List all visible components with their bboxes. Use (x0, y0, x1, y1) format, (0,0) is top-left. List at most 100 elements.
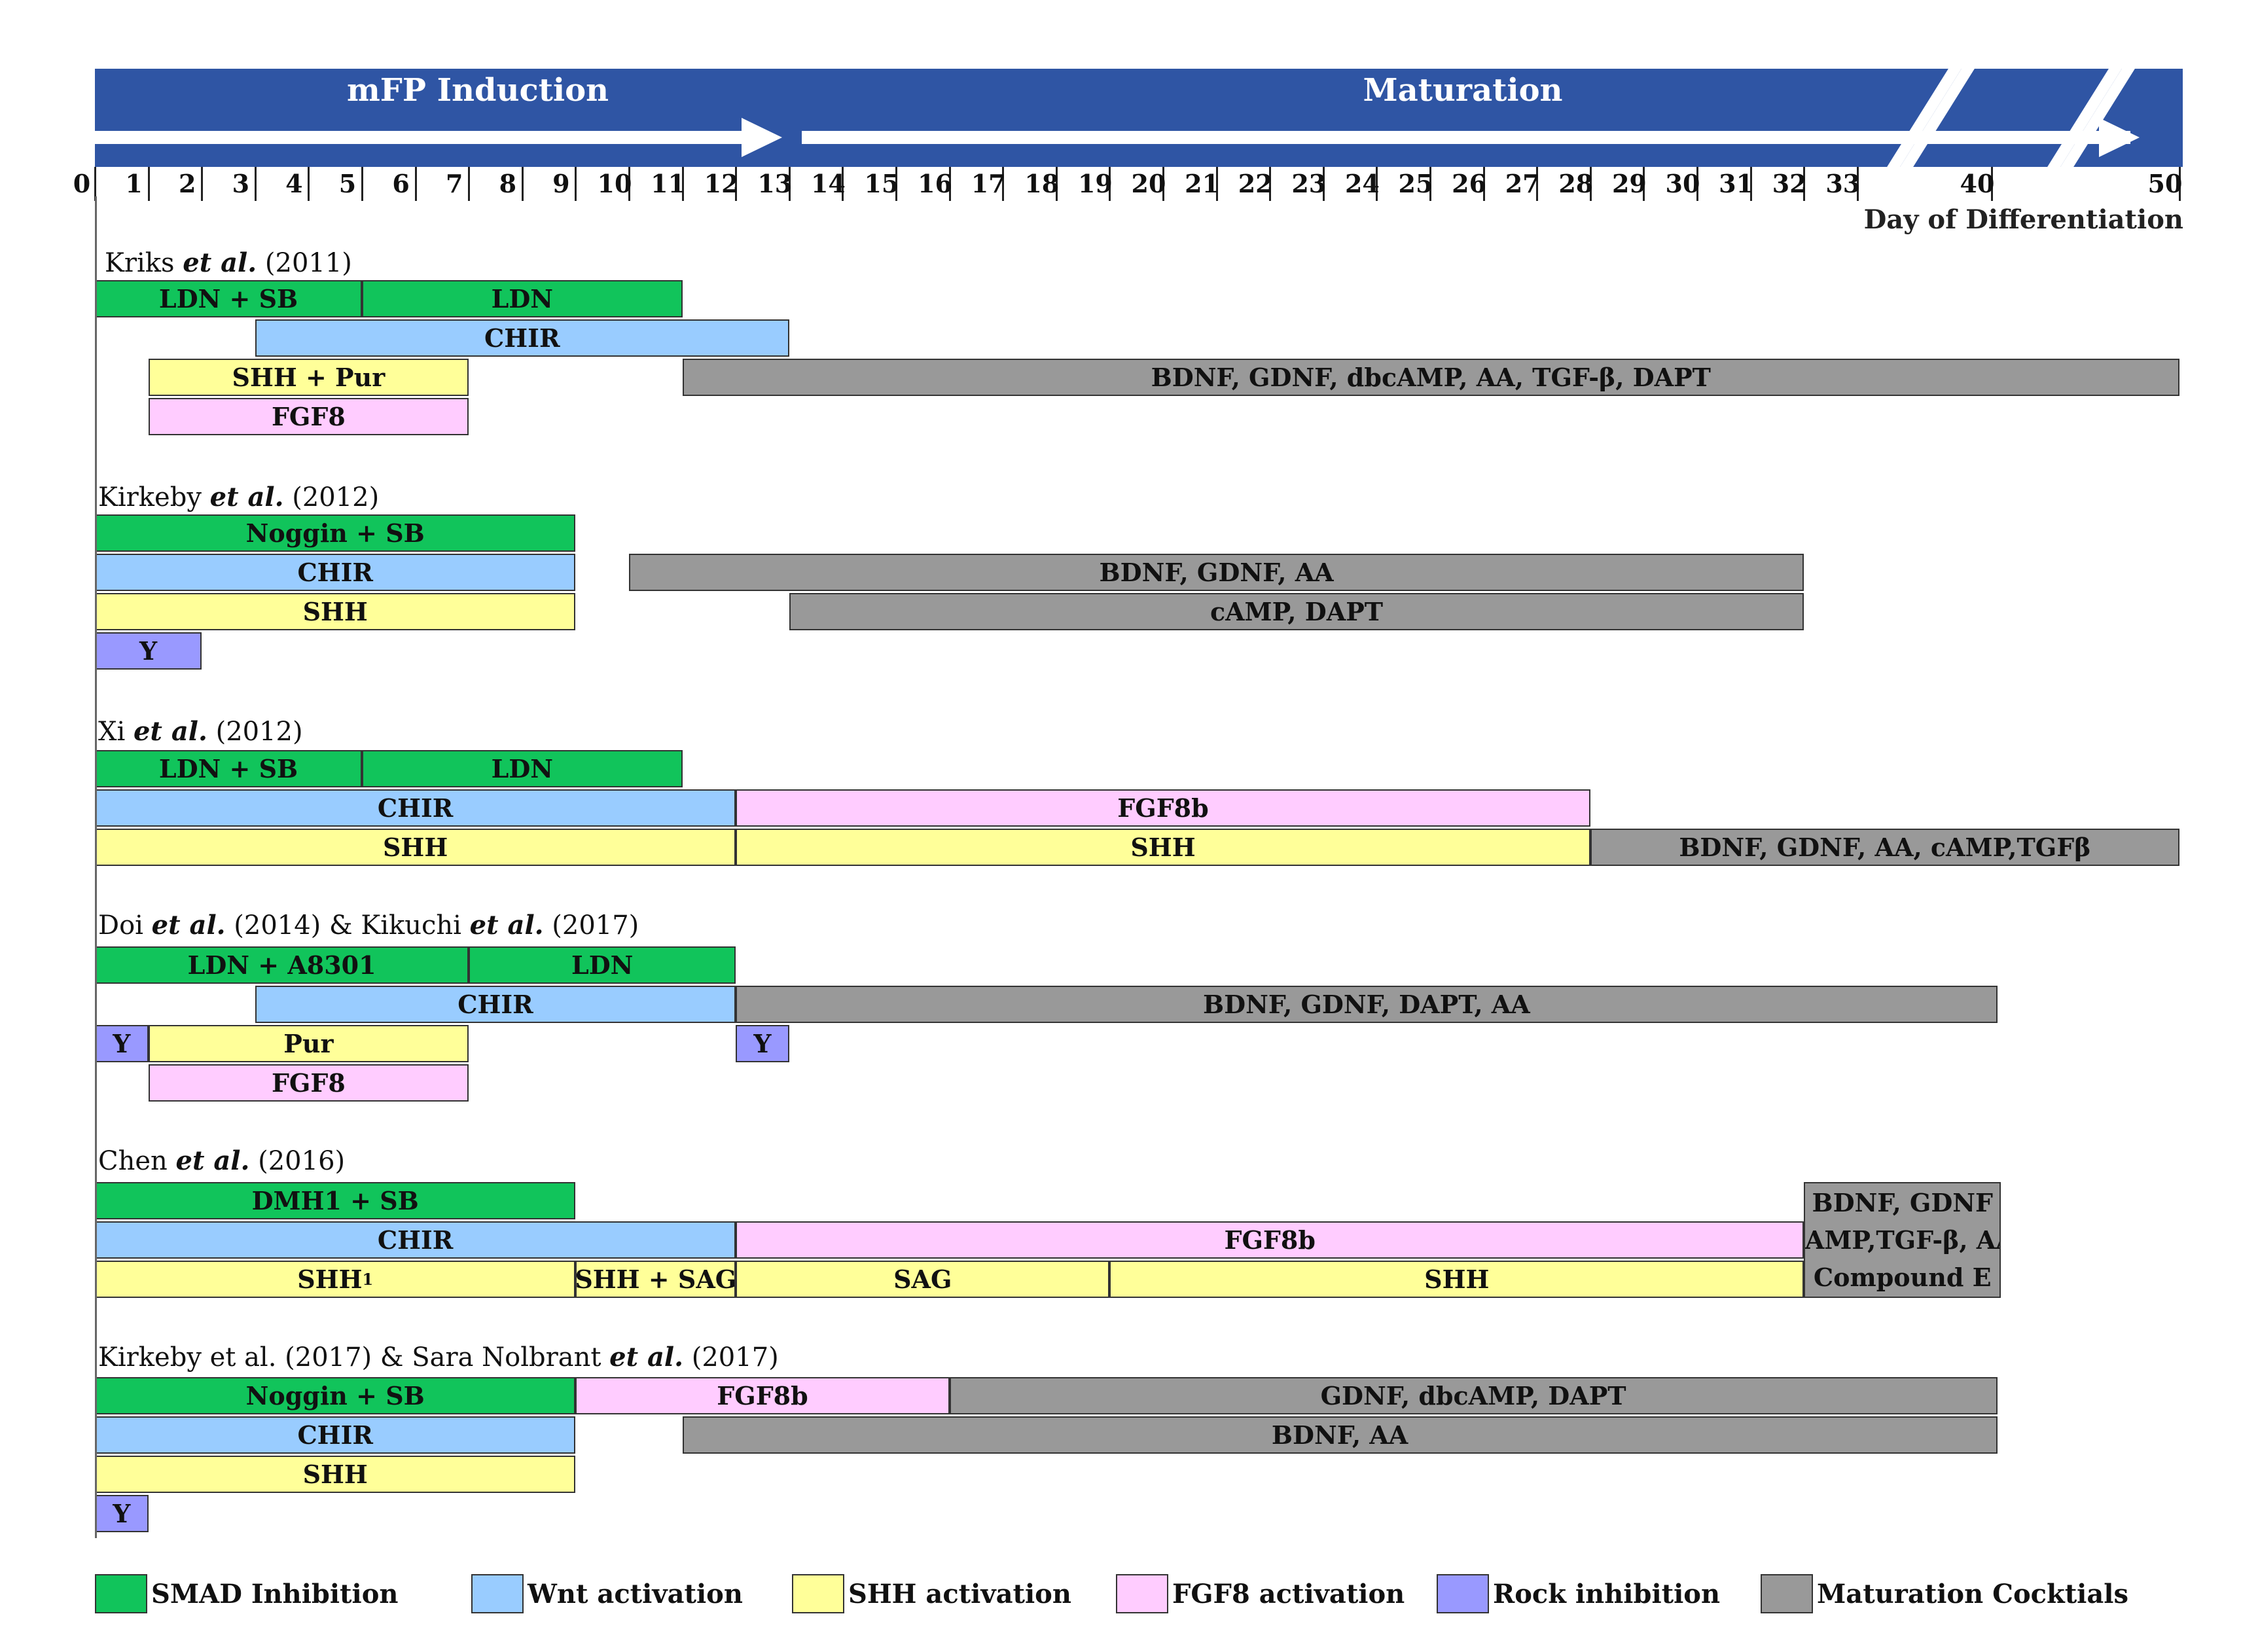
axis-tick-label: 18 (1024, 169, 1060, 198)
treatment-bar-rock: Y (95, 632, 202, 670)
legend-swatch (1761, 1574, 1813, 1613)
treatment-bar-smad: LDN (362, 750, 683, 787)
study-title-part: Chen (98, 1146, 176, 1176)
treatment-bar-smad: Noggin + SB (95, 514, 576, 552)
treatment-bar-wnt: CHIR (95, 554, 576, 591)
treatment-bar-maturation: cAMP, DAPT (789, 593, 1804, 630)
study-title-part: (2012) (283, 482, 380, 512)
treatment-bar-rock: Y (95, 1025, 149, 1062)
treatment-bar-label: FGF8b (1224, 1225, 1316, 1255)
treatment-bar-line: Compound E (1813, 1263, 1992, 1292)
phase-arrow-head (2099, 118, 2140, 157)
legend-item-rock: Rock inhibition (1437, 1574, 1720, 1613)
treatment-bar-shh: SHH (736, 829, 1590, 866)
treatment-bar-label: CHIR (297, 558, 373, 587)
study-title-part: Kirkeby et al. (2017) & Sara Nolbrant (98, 1342, 610, 1373)
legend-item-smad: SMAD Inhibition (95, 1574, 398, 1613)
legend-label: Rock inhibition (1493, 1578, 1721, 1609)
treatment-bar-rock: Y (95, 1495, 149, 1532)
treatment-bar-smad: LDN (362, 280, 683, 317)
phase-arrow-shaft (95, 131, 746, 144)
axis-tick-label: 33 (1825, 169, 1861, 198)
timeline-diagram: mFP Induction Maturation 0 1 2 3 4 5 6 7 8 9 10 11 12… (0, 0, 2241, 1652)
treatment-bar-label: FGF8 (271, 1068, 346, 1098)
treatment-bar-fgf8: FGF8b (736, 1221, 1804, 1259)
treatment-bar-maturation: BDNF, AA (682, 1416, 1998, 1454)
axis-tick-label: 17 (971, 169, 1006, 198)
treatment-bar-label: CHIR (377, 793, 454, 823)
treatment-bar-label: CHIR (297, 1420, 373, 1450)
axis-tick (575, 167, 577, 201)
study-title-part: (2017) (543, 910, 639, 941)
axis-tick-label: 25 (1398, 169, 1433, 198)
treatment-bar-smad: LDN + A8301 (95, 946, 469, 984)
axis-tick-label: 50 (2147, 169, 2183, 198)
axis-tick-label: 21 (1185, 169, 1220, 198)
treatment-bar-label: LDN (571, 950, 634, 980)
axis-tick (147, 167, 150, 201)
legend-swatch (95, 1574, 147, 1613)
phase-label: mFP Induction (346, 72, 609, 109)
treatment-bar-label: SAG (893, 1265, 952, 1294)
axis-tick-label: 1 (125, 169, 143, 198)
treatment-bar-shh: SHH (95, 593, 576, 630)
axis-tick-label: 29 (1611, 169, 1647, 198)
treatment-bar-label: FGF8b (717, 1381, 808, 1410)
axis-tick (414, 167, 417, 201)
treatment-bar-shh: SHH (95, 1456, 576, 1493)
treatment-bar-rock: Y (736, 1025, 789, 1062)
treatment-bar-smad: LDN + SB (95, 280, 362, 317)
axis-tick-label: 16 (918, 169, 953, 198)
treatment-bar-label: BDNF, GDNF, dbcAMP, AA, TGF-β, DAPT (1151, 363, 1711, 392)
axis-tick-label: 26 (1452, 169, 1487, 198)
study-title: Kriks et al. (2011) (105, 247, 352, 278)
treatment-bar-shh: SAG (736, 1261, 1110, 1298)
treatment-bar-shh: Pur (148, 1025, 469, 1062)
treatment-bar-label: CHIR (484, 323, 560, 353)
day-zero-guide (95, 196, 97, 1538)
treatment-bar-wnt: CHIR (255, 986, 736, 1023)
treatment-bar-label: BDNF, GDNF, AA, cAMP,TGFβ (1679, 833, 2091, 862)
axis-tick-label: 32 (1772, 169, 1807, 198)
treatment-bar-maturation: BDNF, GDNF cAMP,TGF-β, AA Compound E (1804, 1182, 2001, 1298)
study-title-part: (2011) (257, 248, 352, 278)
treatment-bar-label: SHH + SAG (575, 1265, 736, 1294)
study-title-part: Xi (98, 717, 134, 747)
axis-tick-label: 15 (864, 169, 899, 198)
legend-label: SMAD Inhibition (151, 1578, 399, 1609)
legend-swatch (1437, 1574, 1489, 1613)
treatment-bar-label: FGF8 (271, 402, 346, 431)
legend-item-maturation: Maturation Cocktials (1761, 1574, 2128, 1613)
treatment-bar-shh: SHH + SAG (575, 1261, 736, 1298)
axis-tick-label: 24 (1344, 169, 1380, 198)
treatment-bar-line: cAMP,TGF-β, AA (1804, 1225, 1999, 1255)
treatment-bar-line: BDNF, GDNF (1812, 1188, 1994, 1217)
treatment-bar-label: LDN + SB (158, 754, 298, 783)
axis-title: Day of Differentiation (1863, 204, 2183, 235)
treatment-bar-label: CHIR (457, 990, 533, 1019)
treatment-bar-wnt: CHIR (95, 1221, 736, 1259)
treatment-bar-wnt: CHIR (95, 1416, 576, 1454)
legend-item-wnt: Wnt activation (471, 1574, 743, 1613)
treatment-bar-label: SHH (382, 833, 448, 862)
treatment-bar-label: LDN + A8301 (187, 950, 376, 980)
axis-tick-label: 40 (1960, 169, 1995, 198)
study-title-part: Kirkeby (98, 482, 210, 512)
treatment-bar-label: Y (753, 1029, 772, 1058)
axis-tick-label: 23 (1291, 169, 1327, 198)
treatment-bar-fgf8: FGF8b (736, 789, 1590, 827)
treatment-bar-label: SHH (1424, 1265, 1490, 1294)
treatment-bar-label: DMH1 + SB (251, 1186, 419, 1215)
study-title: Xi et al. (2012) (98, 716, 303, 747)
treatment-bar-superscript: 1 (362, 1270, 374, 1289)
treatment-bar-label: SHH (302, 1460, 368, 1489)
axis-tick-label: 28 (1558, 169, 1594, 198)
treatment-bar-shh: SHH (95, 829, 736, 866)
study-title-etal: et al. (183, 247, 257, 278)
axis-tick-label: 7 (445, 169, 463, 198)
treatment-bar-label: BDNF, AA (1271, 1420, 1408, 1450)
axis-tick-label: 31 (1719, 169, 1754, 198)
axis-tick-label: 0 (73, 169, 91, 198)
treatment-bar-label: SHH (297, 1265, 363, 1294)
axis-tick-label: 27 (1505, 169, 1540, 198)
